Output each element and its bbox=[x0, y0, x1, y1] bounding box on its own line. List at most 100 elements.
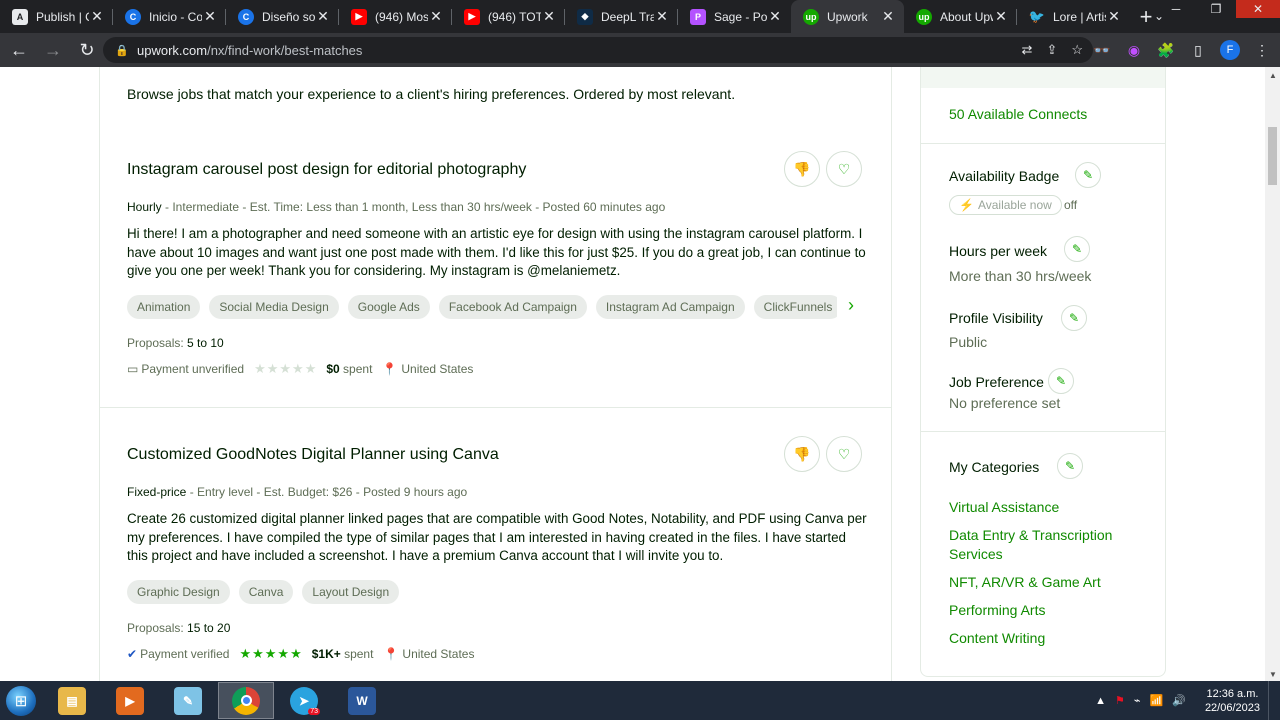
volume-icon[interactable]: 🔊 bbox=[1172, 694, 1186, 707]
job-preference-value: No preference set bbox=[949, 395, 1061, 411]
skill-tag[interactable]: Instagram Ad Campaign bbox=[595, 295, 745, 319]
thumbs-down-button[interactable]: 👎 bbox=[784, 436, 820, 472]
skill-tag[interactable]: Social Media Design bbox=[209, 295, 339, 319]
browser-tab[interactable]: up About Upwork ✕ bbox=[904, 0, 1017, 33]
taskbar-media-player[interactable]: ▶ bbox=[102, 682, 158, 719]
save-job-heart-button[interactable]: ♡ bbox=[826, 151, 862, 187]
taskbar-telegram[interactable]: ➤ 73 bbox=[276, 682, 332, 719]
tab-close-icon[interactable]: ✕ bbox=[315, 8, 331, 25]
available-connects-link[interactable]: 50 Available Connects bbox=[949, 106, 1087, 122]
tab-close-icon[interactable]: ✕ bbox=[1106, 8, 1122, 25]
tab-title: Lore | Artist bbox=[1053, 9, 1106, 24]
tab-close-icon[interactable]: ✕ bbox=[654, 8, 670, 25]
browser-tab[interactable]: ▶ (946) TOTAL ✕ bbox=[452, 0, 565, 33]
category-link[interactable]: Data Entry & Transcription Services bbox=[949, 526, 1139, 564]
forward-arrow-icon[interactable]: → bbox=[38, 35, 68, 65]
browser-tab[interactable]: A Publish | Canva ✕ bbox=[0, 0, 113, 33]
tags-next-chevron-icon[interactable]: › bbox=[848, 295, 854, 316]
browser-tab-active[interactable]: up Upwork ✕ bbox=[791, 0, 904, 33]
upwork-icon: up bbox=[916, 8, 932, 25]
side-panel-icon[interactable]: ▯ bbox=[1188, 40, 1208, 60]
profile-sidebar: 50 Available Connects Availability Badge… bbox=[920, 67, 1166, 677]
translate-icon[interactable]: ⇄ bbox=[1022, 42, 1033, 58]
maximize-icon[interactable]: ❐ bbox=[1196, 0, 1236, 18]
job-card[interactable]: Instagram carousel post design for edito… bbox=[100, 147, 891, 407]
taskbar-notepad[interactable]: ✎ bbox=[160, 682, 216, 719]
incognito-extension-icon[interactable]: 👓 bbox=[1092, 40, 1112, 60]
page-scrollbar[interactable]: ▲ ▼ bbox=[1265, 67, 1280, 681]
pencil-icon: ✎ bbox=[1055, 374, 1067, 388]
tab-title: Diseño social media bbox=[262, 9, 315, 24]
menu-kebab-icon[interactable]: ⋮ bbox=[1252, 40, 1272, 60]
skill-tag[interactable]: Layout Design bbox=[302, 580, 400, 604]
taskbar-file-explorer[interactable]: ▤ bbox=[44, 682, 100, 719]
skill-tag[interactable]: ClickFunnels bbox=[753, 295, 837, 319]
tab-close-icon[interactable]: ✕ bbox=[880, 8, 896, 25]
star-icon: ★ bbox=[254, 361, 266, 376]
tab-title: Upwork bbox=[827, 9, 868, 24]
job-title[interactable]: Instagram carousel post design for edito… bbox=[127, 161, 526, 179]
save-job-heart-button[interactable]: ♡ bbox=[826, 436, 862, 472]
colorful-extension-icon[interactable]: ◉ bbox=[1124, 40, 1144, 60]
edit-visibility-button[interactable]: ✎ bbox=[1061, 305, 1087, 331]
minimize-icon[interactable]: ─ bbox=[1156, 0, 1196, 18]
share-icon[interactable]: ⇪ bbox=[1046, 42, 1057, 58]
profile-avatar[interactable]: F bbox=[1220, 40, 1240, 60]
edit-categories-button[interactable]: ✎ bbox=[1057, 453, 1083, 479]
back-arrow-icon[interactable]: ← bbox=[4, 35, 34, 65]
power-plug-icon[interactable]: ⌁ bbox=[1134, 694, 1141, 707]
scrollbar-thumb[interactable] bbox=[1268, 127, 1277, 185]
job-title[interactable]: Customized GoodNotes Digital Planner usi… bbox=[127, 446, 499, 464]
browser-tab[interactable]: 🐦 Lore | Artist ✕ bbox=[1017, 0, 1130, 33]
browser-tab[interactable]: C Diseño social media ✕ bbox=[226, 0, 339, 33]
browser-tab[interactable]: ▶ (946) Mostrar ✕ bbox=[339, 0, 452, 33]
address-bar[interactable]: 🔒 upwork.com /nx/find-work/best-matches … bbox=[103, 37, 1093, 63]
scroll-down-arrow-icon[interactable]: ▼ bbox=[1269, 670, 1277, 679]
taskbar-word[interactable]: W bbox=[334, 682, 390, 719]
notepad-icon: ✎ bbox=[174, 686, 202, 715]
skill-tag[interactable]: Animation bbox=[127, 295, 201, 319]
tab-close-icon[interactable]: ✕ bbox=[202, 8, 218, 25]
security-flag-icon[interactable]: ⚑ bbox=[1115, 694, 1125, 707]
window-close-icon[interactable]: ✕ bbox=[1236, 0, 1280, 18]
category-link[interactable]: Virtual Assistance bbox=[949, 498, 1139, 517]
edit-job-preference-button[interactable]: ✎ bbox=[1048, 368, 1074, 394]
bookmark-star-icon[interactable]: ☆ bbox=[1071, 42, 1083, 58]
availability-pill[interactable]: ⚡ Available now bbox=[949, 195, 1062, 215]
browser-tab[interactable]: ◆ DeepL Translate ✕ bbox=[565, 0, 678, 33]
show-desktop-button[interactable] bbox=[1268, 681, 1280, 720]
job-card[interactable]: Customized GoodNotes Digital Planner usi… bbox=[100, 432, 891, 681]
extensions-puzzle-icon[interactable]: 🧩 bbox=[1156, 40, 1176, 60]
availability-badge-label: Availability Badge bbox=[949, 168, 1060, 184]
client-spent: $0 spent bbox=[326, 362, 372, 376]
category-link[interactable]: NFT, AR/VR & Game Art bbox=[949, 573, 1139, 592]
skill-tag[interactable]: Graphic Design bbox=[127, 580, 230, 604]
location-pin-icon: 📍 bbox=[382, 362, 398, 376]
edit-availability-button[interactable]: ✎ bbox=[1075, 162, 1101, 188]
network-signal-icon[interactable]: 📶 bbox=[1150, 694, 1164, 707]
tab-close-icon[interactable]: ✕ bbox=[89, 8, 105, 25]
reload-icon[interactable]: ↻ bbox=[72, 35, 102, 65]
skill-tag[interactable]: Canva bbox=[238, 580, 294, 604]
show-hidden-icons-icon[interactable]: ▲ bbox=[1095, 695, 1106, 707]
skill-tag[interactable]: Facebook Ad Campaign bbox=[438, 295, 587, 319]
taskbar-chrome[interactable] bbox=[218, 682, 274, 719]
job-meta-details: - Entry level - Est. Budget: $26 - Poste… bbox=[186, 485, 468, 499]
thumbs-down-button[interactable]: 👎 bbox=[784, 151, 820, 187]
tab-close-icon[interactable]: ✕ bbox=[541, 8, 557, 25]
edit-hours-button[interactable]: ✎ bbox=[1064, 236, 1090, 262]
skill-tag[interactable]: Google Ads bbox=[347, 295, 430, 319]
category-link[interactable]: Content Writing bbox=[949, 629, 1139, 648]
tab-close-icon[interactable]: ✕ bbox=[993, 8, 1009, 25]
scroll-up-arrow-icon[interactable]: ▲ bbox=[1269, 71, 1277, 80]
browser-tab[interactable]: P Sage - Poe ✕ bbox=[678, 0, 791, 33]
lock-icon[interactable]: 🔒 bbox=[115, 44, 129, 57]
payment-text: Payment verified bbox=[140, 647, 230, 661]
system-clock[interactable]: 12:36 a.m. 22/06/2023 bbox=[1205, 687, 1260, 715]
category-link[interactable]: Performing Arts bbox=[949, 601, 1139, 620]
tab-close-icon[interactable]: ✕ bbox=[428, 8, 444, 25]
browser-tab[interactable]: C Inicio - Coursera ✕ bbox=[113, 0, 226, 33]
globe-icon: C bbox=[125, 8, 141, 25]
tab-close-icon[interactable]: ✕ bbox=[767, 8, 783, 25]
start-button[interactable]: ⊞ bbox=[0, 681, 42, 720]
